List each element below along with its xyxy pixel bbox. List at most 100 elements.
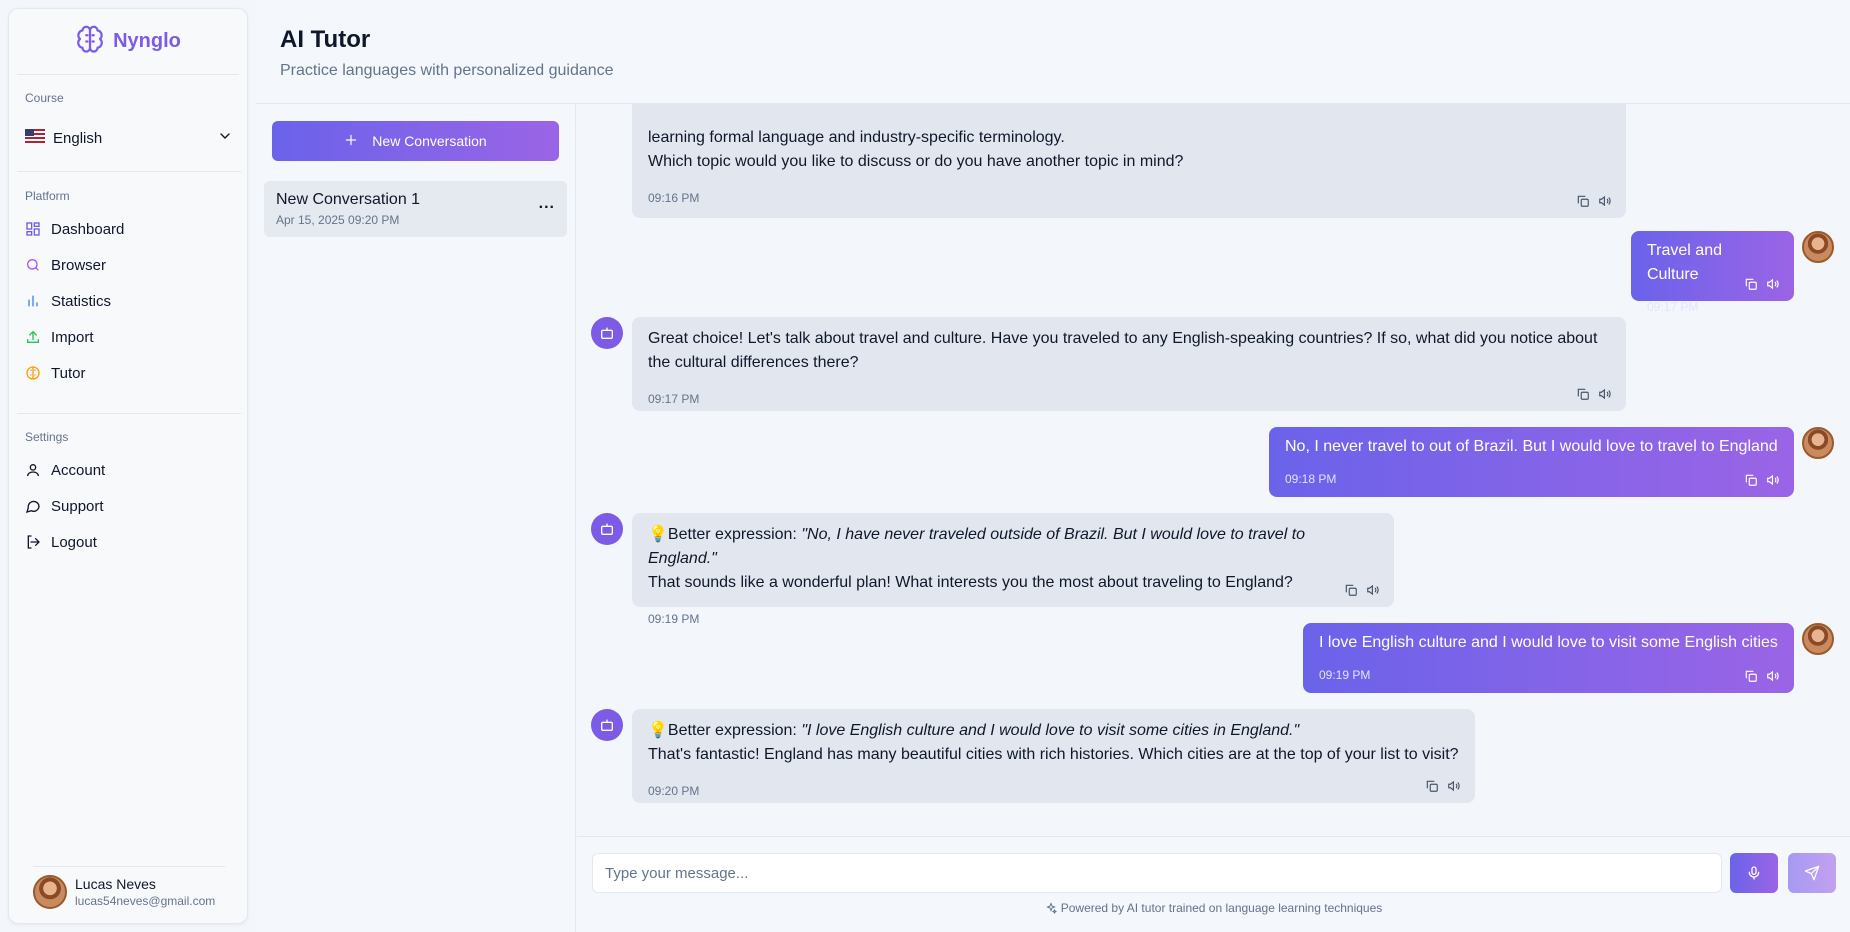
user-email: lucas54neves@gmail.com <box>75 894 216 908</box>
avatar <box>33 875 67 909</box>
search-icon <box>27 259 39 271</box>
nav-browser[interactable]: Browser <box>25 247 233 283</box>
message-actions <box>1744 669 1780 683</box>
user-profile[interactable]: Lucas Neves lucas54neves@gmail.com <box>33 866 225 909</box>
nav-account-label: Account <box>51 461 106 479</box>
nav-tutor[interactable]: Tutor <box>25 355 233 391</box>
course-value: English <box>53 129 103 147</box>
tip-text: "I love English culture and I would love… <box>801 722 1300 739</box>
brain-icon <box>26 366 40 380</box>
message-line: learning formal language and industry-sp… <box>648 129 1065 146</box>
message-text: I love English culture and I would love … <box>1319 634 1778 651</box>
bot-avatar <box>591 317 623 349</box>
nav-dashboard[interactable]: Dashboard <box>25 211 233 247</box>
chat-bubble-icon <box>26 500 40 513</box>
bot-icon <box>601 719 613 731</box>
message-line: the cultural differences there? <box>648 354 859 371</box>
message-actions <box>1576 387 1612 401</box>
platform-label: Platform <box>25 189 70 203</box>
copy-icon[interactable] <box>1744 277 1758 291</box>
nav-support[interactable]: Support <box>25 488 233 524</box>
microphone-icon <box>1748 866 1760 880</box>
speaker-icon[interactable] <box>1598 194 1612 208</box>
bot-icon <box>601 327 613 339</box>
message-time: 09:18 PM <box>1285 472 1337 486</box>
plus-icon <box>344 133 358 150</box>
nav-support-label: Support <box>51 497 104 515</box>
tip-line: 💡Better expression: "No, I have never tr… <box>648 523 1378 571</box>
nav-account[interactable]: Account <box>25 452 233 488</box>
user-message: I love English culture and I would love … <box>1303 623 1794 693</box>
course-label: Course <box>25 91 64 105</box>
copy-icon[interactable] <box>1744 669 1758 683</box>
conversation-date: Apr 15, 2025 09:20 PM <box>276 213 400 227</box>
microphone-button[interactable] <box>1730 853 1778 893</box>
grid-icon <box>26 222 40 236</box>
nav-import[interactable]: Import <box>25 319 233 355</box>
message-input[interactable] <box>592 853 1722 893</box>
user-avatar <box>1802 427 1834 459</box>
brand[interactable]: Nynglo <box>17 9 239 75</box>
us-flag-icon <box>25 129 45 147</box>
nav-dashboard-label: Dashboard <box>51 220 125 238</box>
bot-message: Great choice! Let's talk about travel an… <box>632 317 1626 411</box>
tip-prefix: 💡Better expression: <box>648 722 802 739</box>
brand-name: Nynglo <box>113 30 181 52</box>
page-title: AI Tutor <box>280 26 371 53</box>
send-icon <box>1804 865 1820 881</box>
copy-icon[interactable] <box>1576 387 1590 401</box>
bot-icon <box>601 523 613 535</box>
speaker-icon[interactable] <box>1766 473 1780 487</box>
powered-by: Powered by AI tutor trained on language … <box>577 901 1850 915</box>
message-actions <box>1576 194 1612 208</box>
message-line: Which topic would you like to discuss or… <box>648 153 1184 170</box>
sidebar: Nynglo Course English Platform Dashboard… <box>8 8 248 924</box>
conversation-item[interactable]: New Conversation 1 Apr 15, 2025 09:20 PM… <box>264 181 567 237</box>
speaker-icon[interactable] <box>1766 669 1780 683</box>
message-line: That sounds like a wonderful plan! What … <box>648 574 1293 591</box>
copy-icon[interactable] <box>1576 194 1590 208</box>
message-time: 09:16 PM <box>648 191 700 205</box>
tip-line: 💡Better expression: "I love English cult… <box>648 719 1459 743</box>
copy-icon[interactable] <box>1744 473 1758 487</box>
conversation-title: New Conversation 1 <box>276 191 421 208</box>
bot-message: learning formal language and industry-sp… <box>632 104 1626 218</box>
brain-logo-icon <box>75 24 105 59</box>
nav-tutor-label: Tutor <box>51 364 86 382</box>
nav-import-label: Import <box>51 328 94 346</box>
speaker-icon[interactable] <box>1766 277 1780 291</box>
divider <box>17 413 241 414</box>
send-button[interactable] <box>1788 853 1836 893</box>
divider <box>17 171 241 172</box>
powered-by-text: Powered by AI tutor trained on language … <box>1060 901 1383 915</box>
speaker-icon[interactable] <box>1366 583 1380 597</box>
message-time: 09:17 PM <box>1647 300 1699 314</box>
message-actions <box>1744 277 1780 291</box>
conversation-menu-button[interactable]: ... <box>539 195 555 213</box>
settings-label: Settings <box>25 430 69 444</box>
user-icon <box>27 464 39 477</box>
nav-statistics[interactable]: Statistics <box>25 283 233 319</box>
user-avatar <box>1802 623 1834 655</box>
user-message: Travel and Culture 09:17 PM <box>1631 231 1794 314</box>
speaker-icon[interactable] <box>1598 387 1612 401</box>
conversation-list: New Conversation New Conversation 1 Apr … <box>256 104 576 932</box>
sparkles-icon <box>1045 902 1057 914</box>
chevron-down-icon <box>217 128 233 148</box>
bot-message: 💡Better expression: "No, I have never tr… <box>632 513 1394 626</box>
speaker-icon[interactable] <box>1447 779 1461 793</box>
page-header: AI Tutor Practice languages with persona… <box>256 0 1850 104</box>
copy-icon[interactable] <box>1425 779 1439 793</box>
bot-avatar <box>591 513 623 545</box>
course-select[interactable]: English <box>25 121 233 155</box>
message-actions <box>1744 473 1780 487</box>
nav-statistics-label: Statistics <box>51 292 112 310</box>
copy-icon[interactable] <box>1344 583 1358 597</box>
message-text: No, I never travel to out of Brazil. But… <box>1285 438 1778 455</box>
bot-avatar <box>591 709 623 741</box>
message-composer: Powered by AI tutor trained on language … <box>577 836 1850 932</box>
nav-logout[interactable]: Logout <box>25 524 233 560</box>
message-time: 09:19 PM <box>1319 668 1371 682</box>
new-conversation-button[interactable]: New Conversation <box>272 121 559 161</box>
upload-icon <box>27 330 39 343</box>
